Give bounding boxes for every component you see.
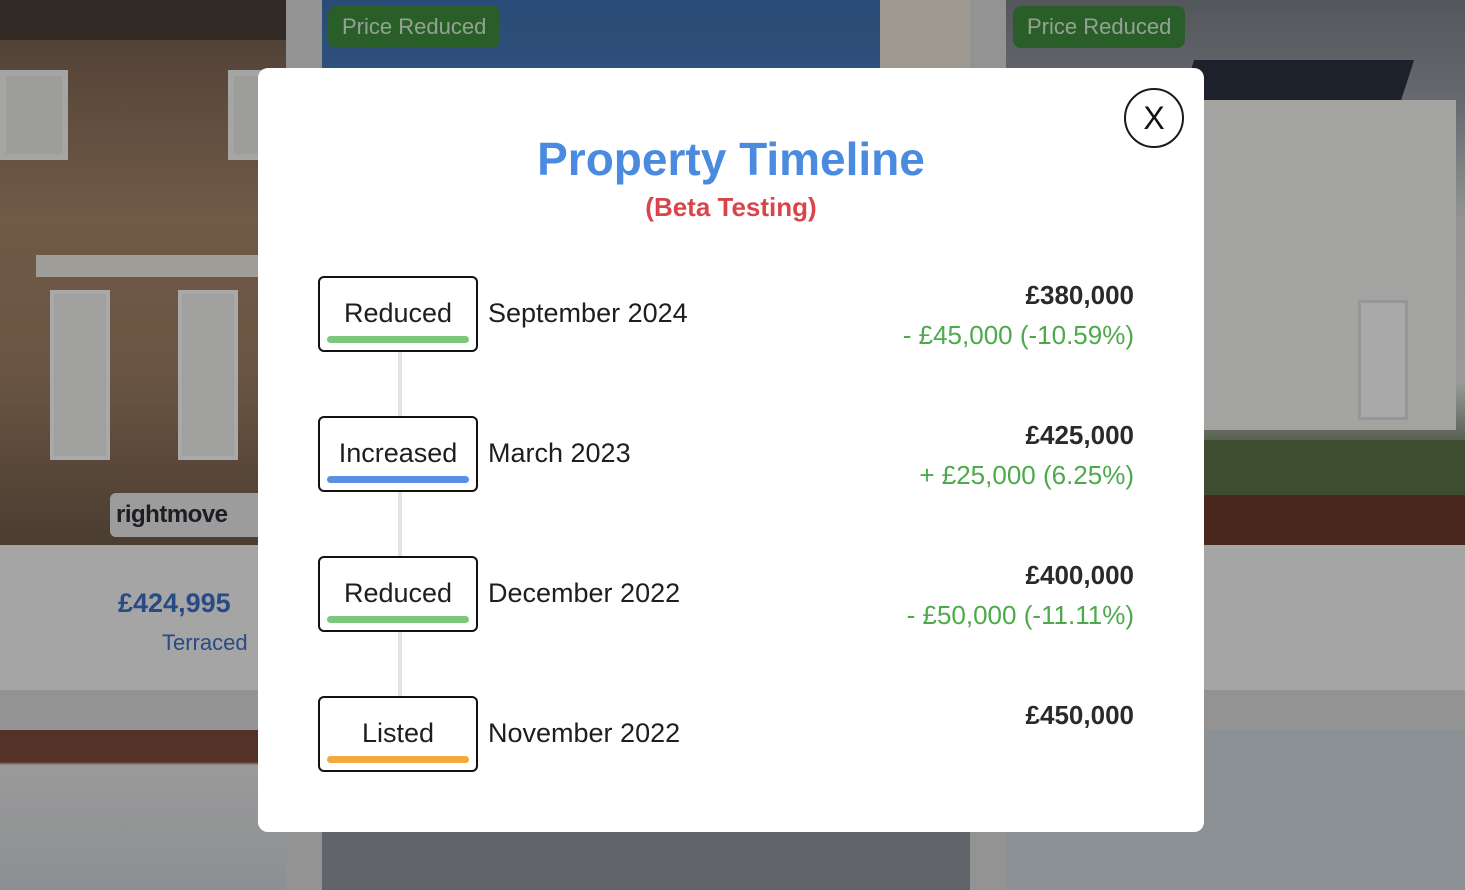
price-change: - £45,000 (-10.59%) [902, 320, 1134, 350]
price-change: - £50,000 (-11.11%) [906, 600, 1134, 630]
timeline-connector [398, 352, 402, 416]
price-change: + £25,000 (6.25%) [919, 460, 1134, 490]
event-price: £380,000 [1025, 280, 1134, 310]
status-label: Reduced [343, 578, 453, 608]
property-timeline-modal: X Property Timeline (Beta Testing) Reduc… [258, 68, 1204, 832]
event-date: September 2024 [488, 298, 688, 328]
event-date: March 2023 [488, 438, 631, 468]
event-price: £425,000 [1025, 420, 1134, 450]
event-date: December 2022 [488, 578, 681, 608]
event-price: £400,000 [1025, 560, 1134, 590]
event-date: November 2022 [488, 718, 681, 748]
status-color-bar [327, 336, 469, 343]
status-tag: Listed [318, 696, 478, 772]
event-price: £450,000 [1025, 700, 1134, 730]
beta-label: (Beta Testing) [645, 192, 817, 222]
timeline-connector [398, 632, 402, 696]
timeline-event: Reduced December 2022 £400,000 - £50,000… [318, 556, 1134, 632]
status-label: Reduced [343, 298, 453, 328]
status-label: Listed [361, 718, 435, 748]
status-tag: Reduced [318, 276, 478, 352]
status-color-bar [327, 616, 469, 623]
modal-title: Property Timeline [537, 133, 925, 185]
status-label: Increased [338, 438, 458, 468]
status-color-bar [327, 476, 469, 483]
status-color-bar [327, 756, 469, 763]
status-tag: Increased [318, 416, 478, 492]
timeline-event: Increased March 2023 £425,000 + £25,000 … [318, 416, 1134, 492]
status-tag: Reduced [318, 556, 478, 632]
timeline-connector [398, 492, 402, 556]
timeline-event: Reduced September 2024 £380,000 - £45,00… [318, 276, 1134, 352]
timeline-event: Listed November 2022 £450,000 [318, 696, 1134, 772]
